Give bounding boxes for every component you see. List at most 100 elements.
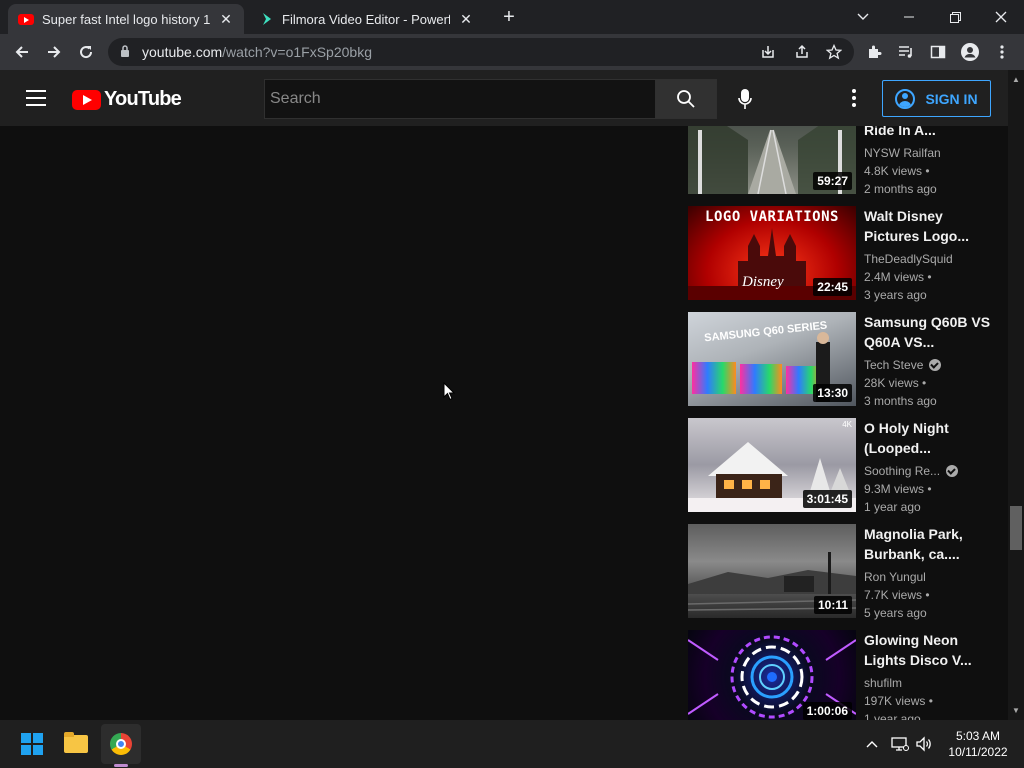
channel-name-text: TheDeadlySquid — [864, 252, 953, 266]
tab-title: Filmora Video Editor - Powerful V — [282, 11, 450, 27]
user-circle-icon — [895, 88, 916, 109]
clock-time: 5:03 AM — [955, 729, 1001, 743]
video-item[interactable]: LOGO VARIATIONS Disney 22:45 Walt Disney… — [688, 206, 998, 302]
video-item[interactable]: 1:00:06 Glowing Neon Lights Disco V... s… — [688, 630, 998, 720]
sign-in-button[interactable]: SIGN IN — [882, 80, 991, 117]
mouse-cursor-icon — [443, 382, 455, 401]
youtube-play-logo-icon — [72, 89, 101, 110]
video-meta: Glowing Neon Lights Disco V... shufilm 1… — [864, 630, 996, 720]
video-title[interactable]: Walt Disney Pictures Logo... — [864, 206, 996, 246]
view-count: 4.8K views • — [864, 164, 930, 178]
new-tab-button[interactable]: + — [498, 7, 520, 29]
clock-date: 10/11/2022 — [948, 745, 1008, 759]
file-explorer-button[interactable] — [56, 724, 96, 764]
verified-badge-icon — [929, 359, 942, 371]
volume-button[interactable] — [914, 734, 934, 754]
video-thumbnail[interactable]: 10:11 — [688, 524, 856, 618]
video-item[interactable]: 10:11 Magnolia Park, Burbank, ca.... Ron… — [688, 524, 998, 620]
browser-tab-filmora[interactable]: Filmora Video Editor - Powerful V ✕ — [250, 4, 484, 34]
start-button[interactable] — [12, 724, 52, 764]
video-item[interactable]: 4K 3:01:45 O Holy Night (Looped... Sooth… — [688, 418, 998, 514]
arrow-left-icon — [15, 46, 28, 58]
youtube-favicon-icon — [18, 13, 34, 25]
profile-button[interactable] — [958, 40, 982, 64]
thumbnail-caption: LOGO VARIATIONS — [705, 209, 839, 225]
video-thumbnail[interactable]: LOGO VARIATIONS Disney 22:45 — [688, 206, 856, 300]
install-app-icon[interactable] — [758, 42, 778, 62]
video-duration: 1:00:06 — [802, 702, 852, 720]
upload-age: 3 months ago — [864, 394, 937, 408]
reload-button[interactable] — [74, 40, 98, 64]
close-tab-icon[interactable]: ✕ — [458, 11, 474, 27]
tab-search-button[interactable] — [840, 0, 886, 34]
video-thumbnail[interactable]: 1:00:06 — [688, 630, 856, 720]
search-icon — [677, 90, 695, 108]
video-item[interactable]: SAMSUNG Q60 SERIES 13:30 Samsung Q60B VS… — [688, 312, 998, 408]
close-window-button[interactable] — [978, 0, 1024, 34]
url-path: /watch?v=o1FxSp20bkg — [222, 44, 372, 60]
address-url: youtube.com/watch?v=o1FxSp20bkg — [142, 44, 372, 60]
channel-name[interactable]: Ron Yungul — [864, 568, 996, 586]
chrome-menu-button[interactable] — [990, 40, 1014, 64]
windows-logo-icon — [21, 733, 43, 755]
system-clock[interactable]: 5:03 AM 10/11/2022 — [940, 728, 1016, 760]
microphone-icon — [738, 89, 752, 109]
video-title[interactable]: Glowing Neon Lights Disco V... — [864, 630, 996, 670]
voice-search-button[interactable] — [728, 82, 762, 116]
youtube-logo[interactable]: YouTube — [72, 88, 182, 111]
guide-menu-button[interactable] — [26, 90, 46, 106]
video-meta: Walt Disney Pictures Logo... TheDeadlySq… — [864, 206, 996, 304]
profile-avatar-icon — [961, 43, 979, 61]
video-duration: 3:01:45 — [802, 490, 852, 508]
video-thumbnail[interactable]: 4K 3:01:45 — [688, 418, 856, 512]
address-bar[interactable]: youtube.com/watch?v=o1FxSp20bkg — [108, 38, 854, 66]
show-hidden-icons-button[interactable] — [862, 734, 882, 754]
network-button[interactable] — [890, 734, 910, 754]
settings-menu-button[interactable] — [842, 86, 866, 110]
network-monitor-icon — [891, 737, 909, 751]
chrome-logo-icon — [110, 733, 132, 755]
upload-age: 1 year ago — [864, 500, 921, 514]
dot-icon — [852, 96, 856, 100]
close-tab-icon[interactable]: ✕ — [218, 11, 234, 27]
chevron-up-icon — [866, 741, 878, 748]
video-title[interactable]: Magnolia Park, Burbank, ca.... — [864, 524, 996, 564]
channel-name[interactable]: Soothing Re... — [864, 462, 996, 480]
video-meta: O Holy Night (Looped... Soothing Re... 9… — [864, 418, 996, 516]
video-item[interactable]: 59:27 Ride In A... NYSW Railfan 4.8K vie… — [688, 126, 998, 196]
channel-name[interactable]: shufilm — [864, 674, 996, 692]
video-title[interactable]: Samsung Q60B VS Q60A VS... — [864, 312, 996, 352]
video-title[interactable]: Ride In A... — [864, 126, 996, 140]
bookmark-star-icon[interactable] — [824, 42, 844, 62]
search-button[interactable] — [655, 79, 717, 119]
channel-name-text: NYSW Railfan — [864, 146, 941, 160]
restore-button[interactable] — [932, 0, 978, 34]
back-button[interactable] — [10, 40, 34, 64]
channel-name[interactable]: TheDeadlySquid — [864, 250, 996, 268]
page-scrollbar-thumb[interactable] — [1010, 506, 1022, 550]
chevron-down-icon — [857, 13, 869, 20]
page-scrollbar-track[interactable] — [1008, 70, 1024, 720]
video-thumbnail[interactable]: SAMSUNG Q60 SERIES 13:30 — [688, 312, 856, 406]
browser-tab-youtube[interactable]: Super fast Intel logo history 1981 ✕ — [8, 4, 244, 34]
restore-icon — [949, 11, 961, 23]
side-panel-button[interactable] — [926, 40, 950, 64]
video-duration: 22:45 — [813, 278, 852, 296]
dot-icon — [852, 103, 856, 107]
minimize-button[interactable] — [886, 0, 932, 34]
channel-name[interactable]: Tech Steve — [864, 356, 996, 374]
browser-toolbar: youtube.com/watch?v=o1FxSp20bkg — [0, 34, 1024, 70]
extensions-button[interactable] — [862, 40, 886, 64]
chrome-taskbar-button[interactable] — [101, 724, 141, 764]
media-control-button[interactable] — [894, 40, 918, 64]
hamburger-line-icon — [26, 97, 46, 99]
view-count: 7.7K views • — [864, 588, 930, 602]
forward-button[interactable] — [42, 40, 66, 64]
video-thumbnail[interactable]: 59:27 — [688, 126, 856, 194]
scroll-down-arrow-icon[interactable]: ▼ — [1008, 703, 1024, 719]
share-icon[interactable] — [792, 42, 812, 62]
video-title[interactable]: O Holy Night (Looped... — [864, 418, 996, 458]
channel-name[interactable]: NYSW Railfan — [864, 144, 996, 162]
scroll-up-arrow-icon[interactable]: ▲ — [1008, 72, 1024, 88]
search-input[interactable] — [265, 80, 655, 118]
